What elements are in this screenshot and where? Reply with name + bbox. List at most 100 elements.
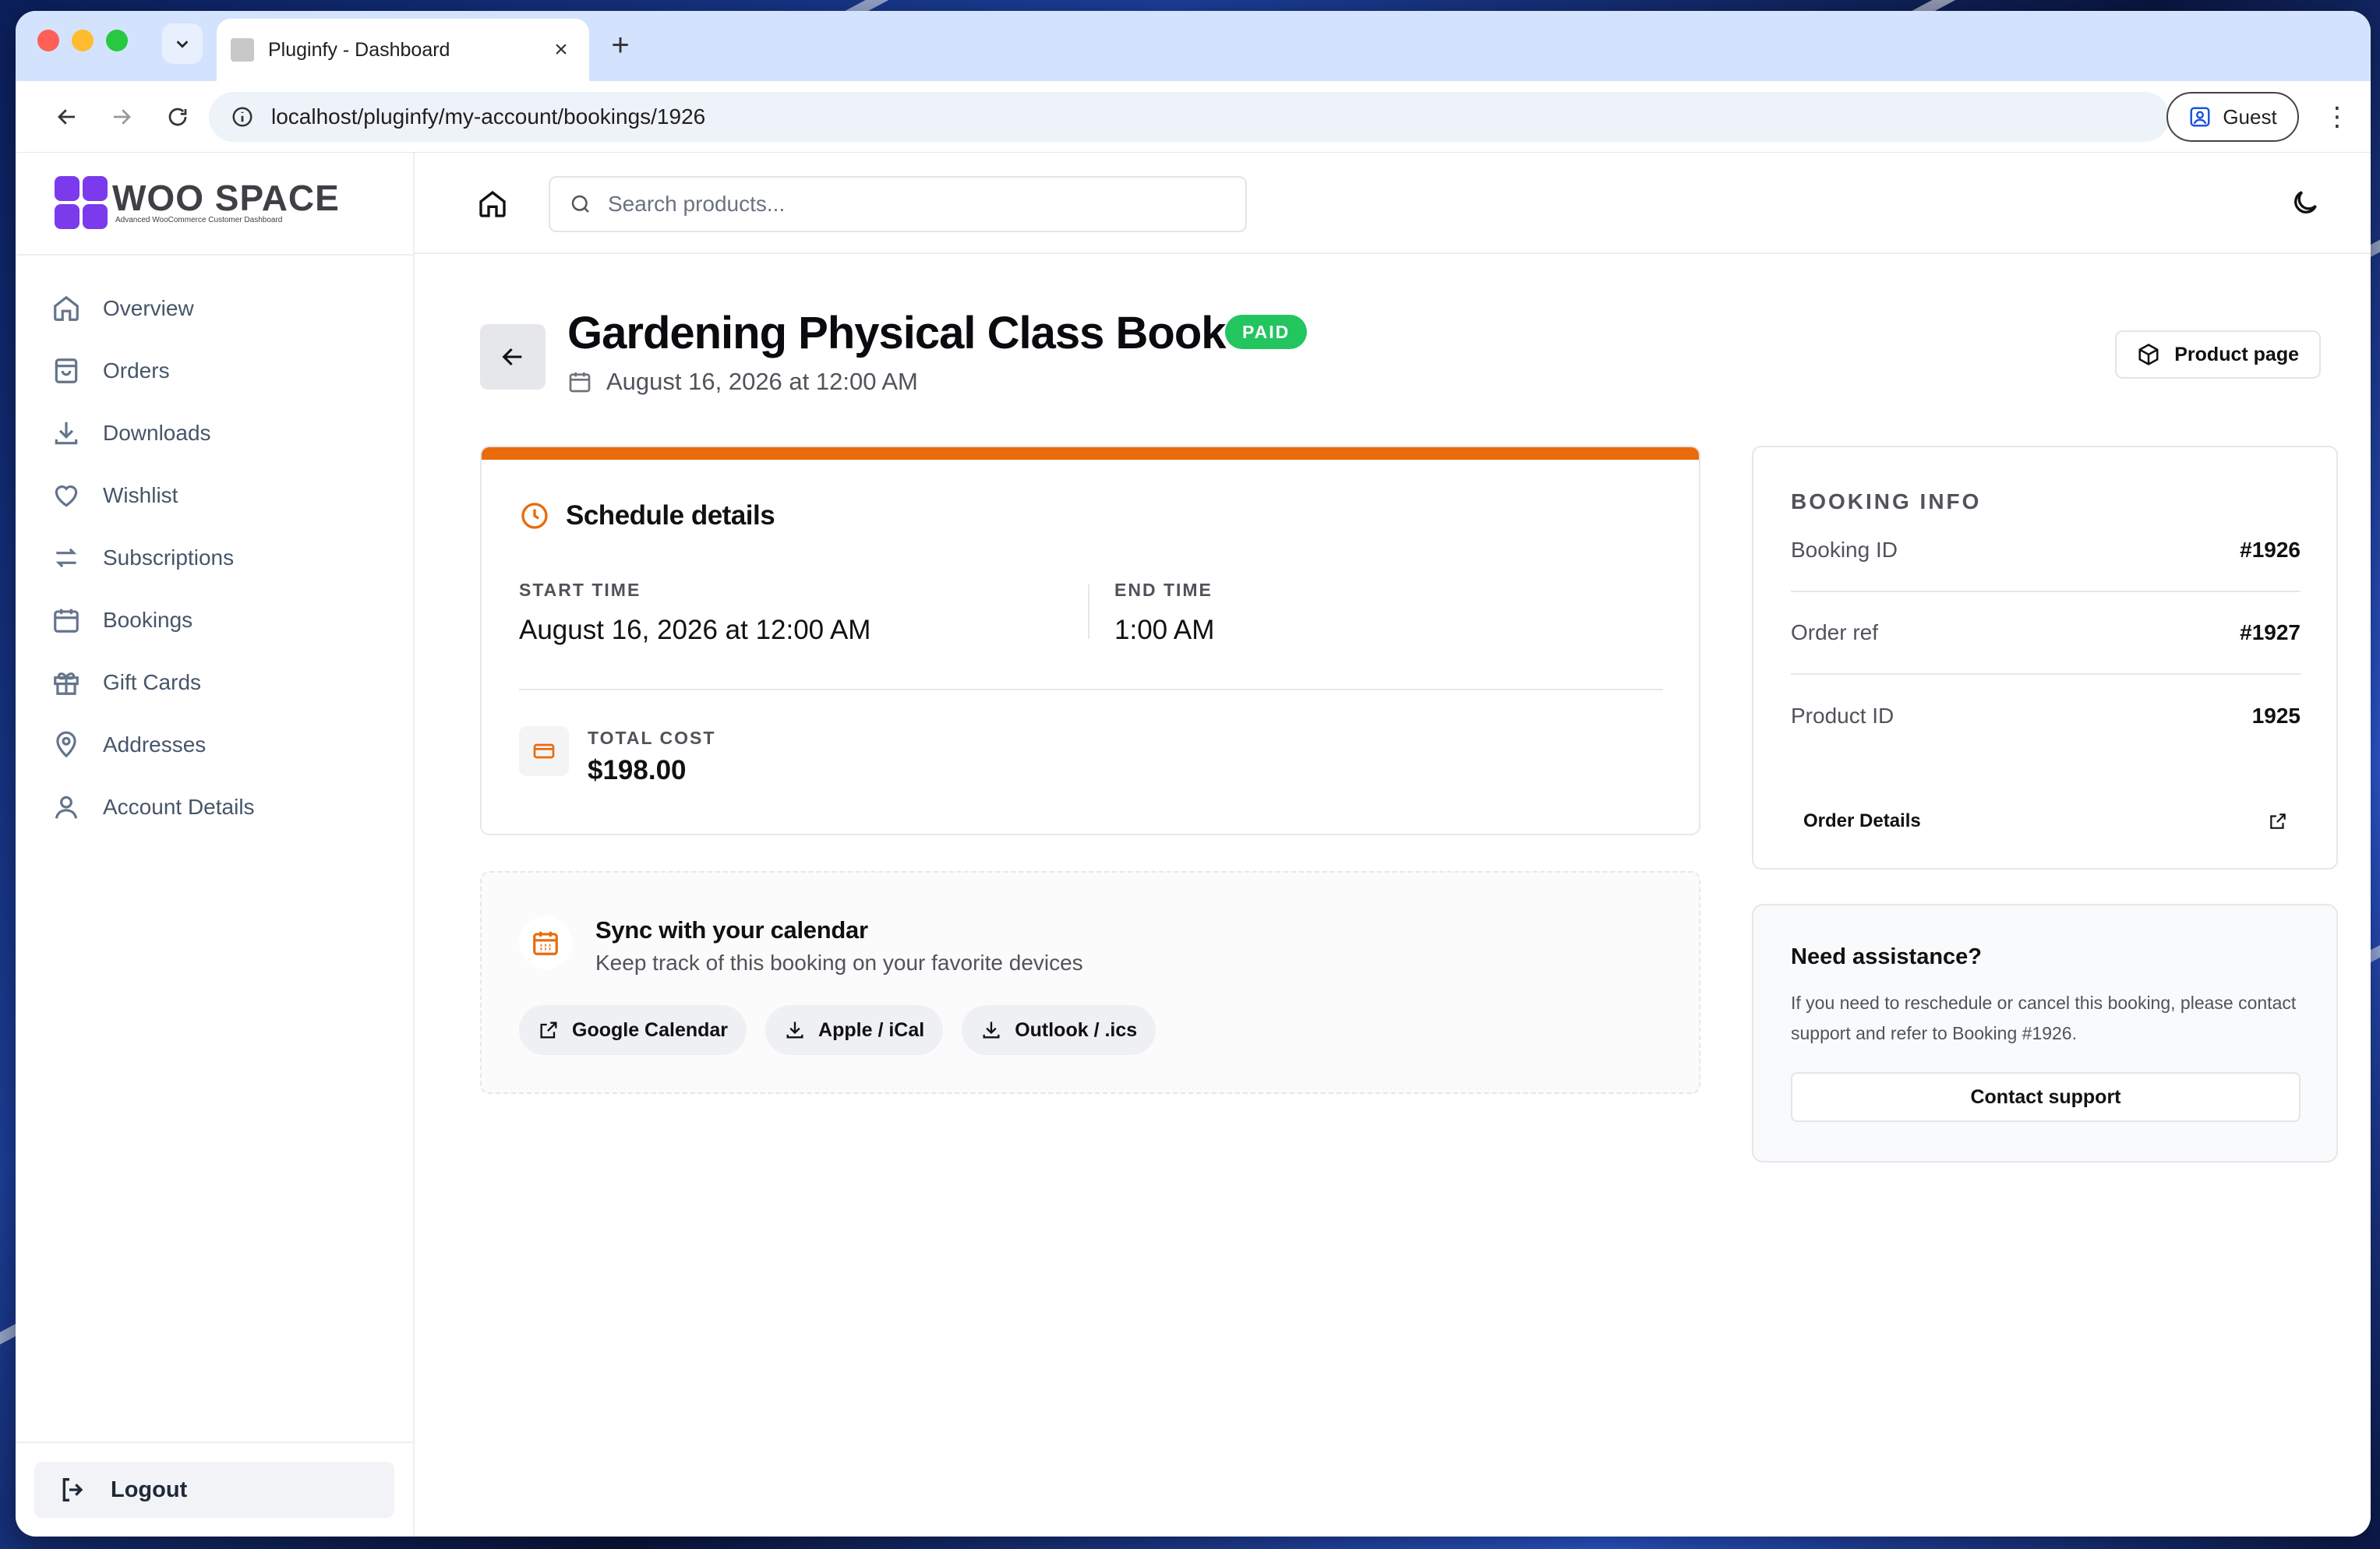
end-time: END TIME 1:00 AM xyxy=(1114,580,1214,646)
sync-title: Sync with your calendar xyxy=(595,916,868,944)
sidebar-item-bookings[interactable]: Bookings xyxy=(51,589,255,651)
sidebar-item-account-details[interactable]: Account Details xyxy=(51,776,255,838)
schedule-heading: Schedule details xyxy=(519,500,775,531)
favicon-icon xyxy=(231,38,254,62)
tab-search-button[interactable] xyxy=(162,23,203,64)
product-page-button[interactable]: Product page xyxy=(2115,330,2321,379)
start-time-label: START TIME xyxy=(519,580,641,600)
tab-title: Pluginfy - Dashboard xyxy=(268,38,450,61)
sidebar-item-gift-cards[interactable]: Gift Cards xyxy=(51,651,255,714)
sidebar-footer-divider xyxy=(16,1441,415,1443)
page-title: Gardening Physical Class Book xyxy=(567,308,1227,358)
download-icon xyxy=(786,1021,803,1039)
chevron-down-icon xyxy=(176,41,189,48)
address-bar[interactable]: localhost/pluginfy/my-account/bookings/1… xyxy=(209,92,2170,142)
total-cost-value: $198.00 xyxy=(588,755,687,785)
start-time: START TIME August 16, 2026 at 12:00 AM xyxy=(519,580,870,646)
minimize-window-button[interactable] xyxy=(72,30,94,51)
theme-toggle-button[interactable] xyxy=(2290,187,2321,222)
search-input[interactable] xyxy=(608,192,1216,217)
reload-icon xyxy=(168,108,187,126)
sidebar-item-addresses[interactable]: Addresses xyxy=(51,714,255,776)
apple-ical-label: Apple / iCal xyxy=(818,1018,925,1041)
download-icon xyxy=(983,1021,1000,1039)
outlook-ics-button[interactable]: Outlook / .ics xyxy=(962,1005,1156,1055)
google-calendar-label: Google Calendar xyxy=(572,1018,729,1041)
logout-label: Logout xyxy=(111,1477,188,1502)
booking-info-card: BOOKING INFO Booking ID #1926 Order ref … xyxy=(1752,446,2338,870)
arrow-left-icon xyxy=(502,348,522,366)
info-row-booking-id: Booking ID #1926 xyxy=(1791,510,2301,592)
calendar-icon xyxy=(569,372,591,393)
booking-date-text: August 16, 2026 at 12:00 AM xyxy=(606,368,918,395)
main-header xyxy=(415,153,2371,254)
sidebar: WOO SPACE Advanced WooCommerce Customer … xyxy=(16,153,415,1537)
schedule-accent-bar xyxy=(482,447,1699,460)
browser-menu-icon[interactable]: ⋮ xyxy=(2324,101,2350,132)
order-details-label: Order Details xyxy=(1803,810,1921,831)
home-icon xyxy=(479,190,506,217)
sidebar-item-overview[interactable]: Overview xyxy=(51,277,255,340)
brand-name: WOO SPACE xyxy=(112,178,340,218)
external-link-icon xyxy=(540,1021,557,1039)
clock-icon xyxy=(521,503,548,529)
browser-tab[interactable]: Pluginfy - Dashboard × xyxy=(217,19,589,81)
close-window-button[interactable] xyxy=(37,30,59,51)
logo[interactable]: WOO SPACE Advanced WooCommerce Customer … xyxy=(55,176,340,229)
arrow-left-icon xyxy=(58,109,75,125)
logout-icon xyxy=(62,1478,83,1501)
logout-button[interactable]: Logout xyxy=(34,1462,394,1518)
forward-button[interactable] xyxy=(104,100,139,134)
window-controls xyxy=(37,30,128,51)
sidebar-item-downloads[interactable]: Downloads xyxy=(51,402,255,464)
profile-label: Guest xyxy=(2223,104,2277,129)
browser-toolbar: localhost/pluginfy/my-account/bookings/1… xyxy=(16,81,2371,153)
site-info-icon[interactable] xyxy=(231,105,254,129)
assistance-title: Need assistance? xyxy=(1791,944,1983,969)
brand-tagline: Advanced WooCommerce Customer Dashboard xyxy=(115,216,283,224)
new-tab-button[interactable]: + xyxy=(603,30,637,61)
search-field[interactable] xyxy=(549,176,1247,232)
home-button[interactable] xyxy=(477,189,508,224)
back-button[interactable] xyxy=(50,100,84,134)
sidebar-item-label: Overview xyxy=(103,296,194,320)
download-icon xyxy=(55,422,78,445)
info-row-value: #1926 xyxy=(2240,538,2301,562)
maximize-window-button[interactable] xyxy=(106,30,128,51)
sidebar-item-wishlist[interactable]: Wishlist xyxy=(51,464,255,527)
search-icon xyxy=(571,195,589,213)
assistance-text: If you need to reschedule or cancel this… xyxy=(1791,993,2297,1043)
sidebar-item-label: Gift Cards xyxy=(103,670,202,694)
sidebar-item-label: Subscriptions xyxy=(103,545,235,570)
browser-window: Pluginfy - Dashboard × + localhost/plugi… xyxy=(16,11,2371,1537)
arrow-right-icon xyxy=(114,109,131,125)
google-calendar-button[interactable]: Google Calendar xyxy=(519,1005,747,1055)
product-page-label: Product page xyxy=(2174,343,2299,365)
total-cost-label: TOTAL COST xyxy=(588,728,716,748)
sync-subtitle: Keep track of this booking on your favor… xyxy=(595,951,1083,975)
back-to-bookings-button[interactable] xyxy=(480,324,546,390)
sidebar-item-label: Account Details xyxy=(103,795,255,819)
close-tab-icon[interactable]: × xyxy=(547,37,575,63)
calendar-sync-card: Sync with your calendar Keep track of th… xyxy=(480,871,1700,1094)
sidebar-item-orders[interactable]: Orders xyxy=(51,340,255,402)
logo-mark-icon xyxy=(55,176,108,229)
package-icon xyxy=(2138,344,2159,365)
info-row-value: #1927 xyxy=(2240,620,2301,644)
order-details-link[interactable]: Order Details xyxy=(1791,790,2301,852)
map-pin-icon xyxy=(56,731,76,758)
assistance-card: Need assistance? If you need to reschedu… xyxy=(1752,904,2338,1163)
profile-icon xyxy=(2190,107,2210,127)
credit-card-icon xyxy=(519,726,569,776)
profile-button[interactable]: Guest xyxy=(2166,92,2299,142)
info-row-value: 1925 xyxy=(2251,704,2301,728)
schedule-card: Schedule details START TIME August 16, 2… xyxy=(480,446,1700,835)
sidebar-item-subscriptions[interactable]: Subscriptions xyxy=(51,527,255,589)
apple-ical-button[interactable]: Apple / iCal xyxy=(765,1005,944,1055)
app: WOO SPACE Advanced WooCommerce Customer … xyxy=(16,153,2371,1537)
reload-button[interactable] xyxy=(161,100,195,134)
tab-strip: Pluginfy - Dashboard × + xyxy=(16,11,2371,81)
sidebar-item-label: Orders xyxy=(103,358,170,383)
sidebar-item-label: Wishlist xyxy=(103,483,178,507)
contact-support-button[interactable]: Contact support xyxy=(1791,1072,2301,1122)
